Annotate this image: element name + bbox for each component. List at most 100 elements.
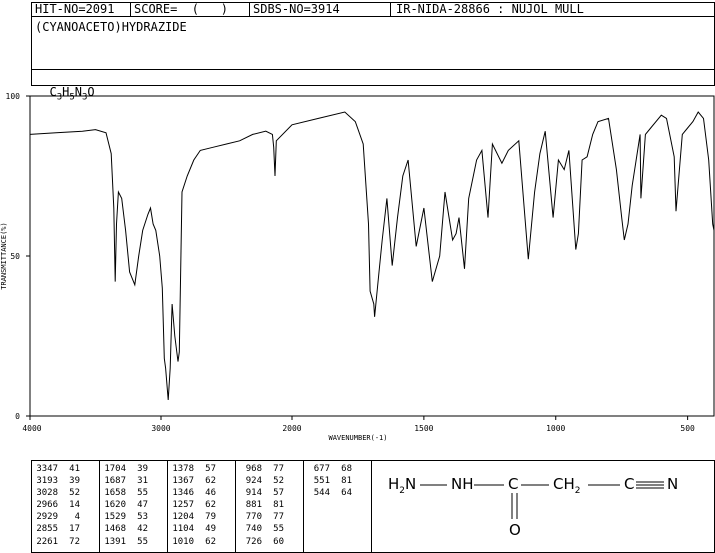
structure-h2n: H2N — [388, 475, 417, 496]
peak-wavenumber: 3028 — [36, 488, 58, 499]
peak-wavenumber: 1529 — [104, 512, 126, 523]
peak-column: 1378 57 1367 62 1346 46 1257 62 1204 79 1104 49 1010… — [170, 463, 216, 548]
peak-wavenumber: 1468 — [104, 524, 126, 535]
x-tick-label: 3000 — [151, 424, 170, 433]
peak-row: 2261 72 — [34, 536, 80, 548]
peak-row: 1391 55 — [102, 536, 148, 548]
peak-transmittance: 55 — [137, 536, 148, 547]
peak-wavenumber: 2261 — [36, 536, 58, 547]
peak-transmittance: 52 — [273, 476, 284, 487]
peak-transmittance: 62 — [205, 476, 216, 487]
peak-transmittance: 14 — [69, 500, 80, 511]
x-tick-label: 4000 — [22, 424, 41, 433]
peak-row: 1346 46 — [170, 487, 216, 499]
peak-row: 551 81 — [306, 475, 352, 487]
peak-row: 3193 39 — [34, 475, 80, 487]
peak-row: 968 77 — [238, 463, 284, 475]
peak-wavenumber: 1378 — [172, 464, 194, 474]
peak-row: 1468 42 — [102, 523, 148, 535]
peak-wavenumber: 1010 — [172, 536, 194, 547]
peak-wavenumber: 968 — [245, 464, 262, 474]
peak-wavenumber: 770 — [245, 512, 262, 523]
ir-spectrum-chart: 4000 3000 2000 1500 1000 500 100500 WAVENUMBE… — [0, 92, 715, 442]
peak-row: 1204 79 — [170, 511, 216, 523]
peak-row: 2966 14 — [34, 499, 80, 511]
peak-wavenumber: 1658 — [104, 488, 126, 499]
peak-wavenumber: 2966 — [36, 500, 58, 511]
peak-transmittance: 68 — [341, 464, 352, 474]
peak-wavenumber: 924 — [245, 476, 262, 487]
peak-row: 770 77 — [238, 511, 284, 523]
peak-wavenumber: 544 — [313, 488, 330, 499]
peak-transmittance: 39 — [137, 464, 148, 474]
peak-row: 1658 55 — [102, 487, 148, 499]
spectrum-line — [29, 111, 715, 401]
x-tick-label: 500 — [680, 424, 695, 433]
structure-ch2: CH2 — [553, 475, 581, 496]
peak-transmittance: 77 — [273, 512, 284, 523]
peak-row: 2855 17 — [34, 523, 80, 535]
x-tick-label: 2000 — [282, 424, 301, 433]
peak-col-sep-1 — [99, 460, 100, 553]
peak-row: 1378 57 — [170, 463, 216, 475]
peak-wavenumber: 3193 — [36, 476, 58, 487]
peak-row: 3028 52 — [34, 487, 80, 499]
peak-transmittance: 60 — [273, 536, 284, 547]
peak-column: 968 77 924 52 914 57 881 81 770 77 740 55 726 60 — [238, 463, 284, 548]
peak-transmittance: 72 — [69, 536, 80, 547]
structure-nh: NH — [451, 475, 474, 493]
peak-row: 1620 47 — [102, 499, 148, 511]
peak-wavenumber: 1704 — [104, 464, 126, 474]
peak-wavenumber: 2929 — [36, 512, 58, 523]
peak-wavenumber: 1346 — [172, 488, 194, 499]
peak-transmittance: 52 — [69, 488, 80, 499]
peak-transmittance: 46 — [205, 488, 216, 499]
peak-row: 1704 39 — [102, 463, 148, 475]
structure-nitrile-c: C — [624, 475, 635, 493]
structure-oxygen: O — [509, 521, 521, 539]
y-tick-label: 50 — [10, 252, 20, 261]
peak-row: 914 57 — [238, 487, 284, 499]
peak-wavenumber: 1620 — [104, 500, 126, 511]
peak-transmittance: 17 — [69, 524, 80, 535]
peak-transmittance: 62 — [205, 536, 216, 547]
peak-wavenumber: 1367 — [172, 476, 194, 487]
peak-transmittance: 81 — [341, 476, 352, 487]
y-axis-label: TRANSMITTANCE(%) — [0, 222, 8, 289]
peak-wavenumber: 1257 — [172, 500, 194, 511]
peak-wavenumber: 551 — [313, 476, 330, 487]
peak-col-sep-3 — [235, 460, 236, 553]
peak-col-sep-4 — [303, 460, 304, 553]
peak-wavenumber: 1391 — [104, 536, 126, 547]
peak-row: 1104 49 — [170, 523, 216, 535]
peak-row: 924 52 — [238, 475, 284, 487]
peak-transmittance: 57 — [205, 464, 216, 474]
x-tick-label: 1500 — [414, 424, 433, 433]
peak-transmittance: 57 — [273, 488, 284, 499]
peak-transmittance: 77 — [273, 464, 284, 474]
peak-row: 677 68 — [306, 463, 352, 475]
peak-row: 1367 62 — [170, 475, 216, 487]
peak-wavenumber: 3347 — [36, 464, 58, 474]
structure-carbonyl-c: C — [508, 475, 519, 493]
peak-wavenumber: 740 — [245, 524, 262, 535]
peak-wavenumber: 914 — [245, 488, 262, 499]
peak-transmittance: 62 — [205, 500, 216, 511]
peak-transmittance: 55 — [137, 488, 148, 499]
peak-row: 740 55 — [238, 523, 284, 535]
peak-transmittance: 42 — [137, 524, 148, 535]
peak-row: 1010 62 — [170, 536, 216, 548]
y-tick-label: 100 — [6, 92, 21, 101]
peak-column: 1704 39 1687 31 1658 55 1620 47 1529 53 1468 42 1391… — [102, 463, 148, 548]
peak-row: 1257 62 — [170, 499, 216, 511]
plot-frame — [29, 95, 715, 417]
peak-transmittance: 64 — [341, 488, 352, 499]
peak-transmittance: 41 — [69, 464, 80, 474]
peak-transmittance: 47 — [137, 500, 148, 511]
peak-transmittance: 31 — [137, 476, 148, 487]
peak-row: 1687 31 — [102, 475, 148, 487]
peak-transmittance: 53 — [137, 512, 148, 523]
peak-row: 726 60 — [238, 536, 284, 548]
peak-transmittance: 49 — [205, 524, 216, 535]
peak-col-sep-5 — [371, 460, 372, 553]
